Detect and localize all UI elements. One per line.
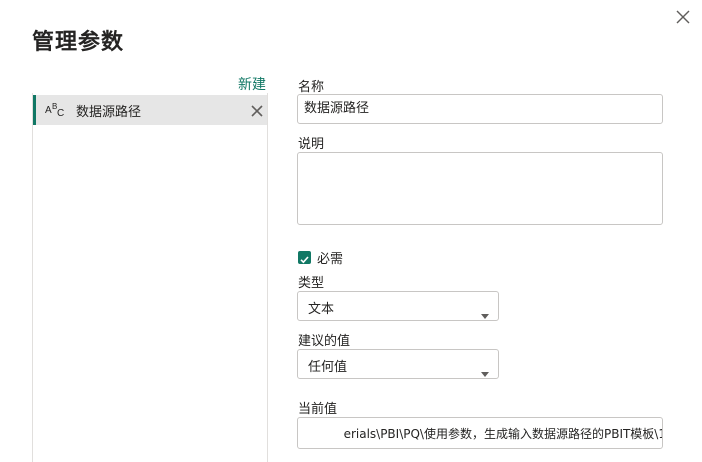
remove-parameter-icon[interactable] — [250, 103, 264, 117]
suggested-values-select[interactable]: 任何值 — [297, 349, 499, 379]
current-value-text: erials\PBI\PQ\使用参数，生成输入数据源路径的PBIT模板\1 — [343, 427, 663, 441]
required-checkbox[interactable] — [298, 251, 311, 264]
dialog-title: 管理参数 — [32, 30, 125, 55]
chevron-down-icon — [481, 304, 489, 319]
suggested-values-select-value: 任何值 — [308, 360, 348, 375]
type-label: 类型 — [298, 276, 325, 291]
current-value-label: 当前值 — [298, 402, 338, 417]
text-type-icon: A B C — [45, 101, 67, 119]
parameter-list: A B C 数据源路径 — [32, 93, 268, 462]
name-label: 名称 — [298, 80, 325, 95]
type-select-value: 文本 — [308, 302, 335, 317]
type-select[interactable]: 文本 — [297, 291, 499, 321]
name-input[interactable]: 数据源路径 — [297, 94, 663, 124]
parameter-item-label: 数据源路径 — [76, 105, 142, 120]
suggested-values-label: 建议的值 — [298, 334, 351, 349]
description-label: 说明 — [298, 137, 325, 152]
svg-text:A: A — [45, 105, 52, 116]
current-value-input[interactable]: erials\PBI\PQ\使用参数，生成输入数据源路径的PBIT模板\1 — [297, 417, 663, 449]
manage-parameters-dialog: 管理参数 新建 A B C 数据源路径 名称 数据源路径 说明 必需 类型 文本… — [0, 0, 702, 462]
required-label: 必需 — [317, 252, 344, 267]
svg-text:C: C — [57, 108, 64, 119]
description-textarea[interactable] — [297, 152, 663, 225]
close-icon[interactable] — [672, 6, 694, 28]
chevron-down-icon — [481, 362, 489, 377]
parameter-item[interactable]: A B C 数据源路径 — [33, 95, 267, 125]
new-parameter-link[interactable]: 新建 — [238, 74, 266, 94]
